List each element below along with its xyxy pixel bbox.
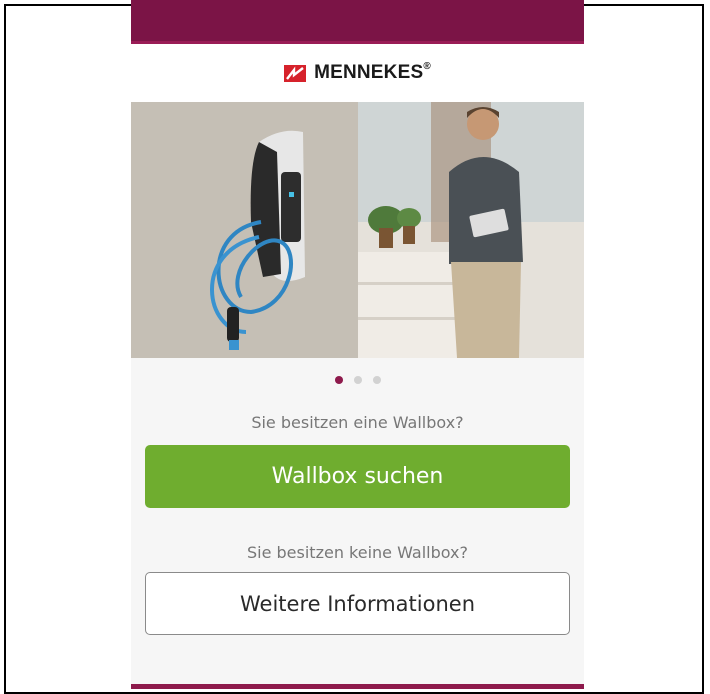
more-information-button[interactable]: Weitere Informationen: [145, 572, 570, 635]
no-owner-question: Sie besitzen keine Wallbox?: [246, 543, 468, 562]
owner-question: Sie besitzen eine Wallbox?: [251, 413, 464, 432]
carousel-dot-active[interactable]: [334, 376, 343, 384]
mennekes-logo-icon: [284, 64, 307, 82]
search-wallbox-button[interactable]: Wallbox suchen: [145, 445, 570, 508]
carousel-dot[interactable]: [353, 376, 362, 384]
hero-image: [131, 102, 584, 358]
brand-logo-text: MENNEKES®: [314, 60, 431, 83]
app-screen: MENNEKES® Sie besitzen eine Wallbox? Wal…: [131, 0, 584, 689]
status-bar: [131, 0, 584, 44]
carousel-indicator: [131, 376, 584, 384]
carousel-dot[interactable]: [372, 376, 381, 384]
hero-carousel[interactable]: [131, 102, 584, 358]
bottom-accent-bar: [131, 684, 584, 689]
app-header: MENNEKES®: [131, 44, 584, 102]
